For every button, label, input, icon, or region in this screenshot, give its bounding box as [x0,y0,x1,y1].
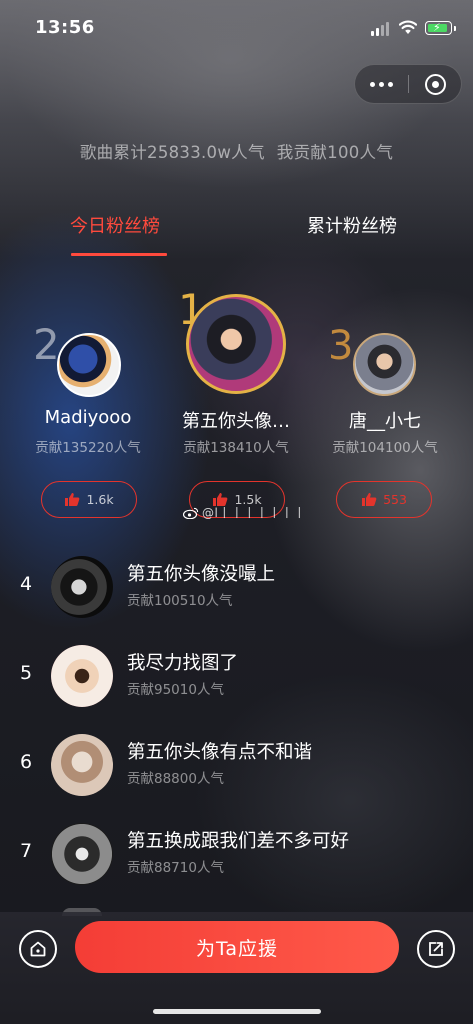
avatar-rank-7[interactable] [51,823,113,885]
avatar-rank-4[interactable] [51,556,113,618]
share-icon [429,942,443,956]
target-close-icon[interactable] [409,65,462,103]
like-count-rank-2: 1.6k [86,492,114,507]
list-item-rank-4[interactable]: 4 第五你头像没嘬上 贡献100510人气 [0,546,473,626]
list-contribution-5: 贡献95010人气 [127,682,224,698]
wifi-icon [399,20,417,34]
cellular-signal-icon [371,22,389,36]
list-name-6: 第五你头像有点不和谐 [127,742,313,763]
list-rank-5: 5 [19,662,33,684]
list-item-rank-5[interactable]: 5 我尽力找图了 贡献95010人气 [0,635,473,715]
list-rank-7: 7 [19,840,33,862]
list-contribution-7: 贡献88710人气 [127,860,224,876]
list-name-5: 我尽力找图了 [127,653,239,674]
list-rank-6: 6 [19,751,33,773]
home-icon [30,941,46,957]
podium-name-1: 第五你头像… [182,411,290,432]
tab-today-fans[interactable]: 今日粉丝榜 [70,212,160,238]
podium-rank-3: 3 [328,323,354,369]
list-item-rank-7[interactable]: 7 第五换成跟我们差不多可好 贡献88710人气 [0,813,473,893]
avatar-rank-6[interactable] [51,734,113,796]
like-button-rank-2[interactable]: 1.6k [41,481,137,518]
active-tab-indicator [71,253,167,256]
avatar-rank-1[interactable] [186,294,286,394]
share-button[interactable] [417,930,455,968]
podium-rank-2: 2 [33,320,60,369]
like-count-rank-3: 553 [383,492,407,507]
avatar-rank-2[interactable] [57,333,121,397]
miniprogram-capsule [354,64,462,104]
status-bar: 13:56 ⚡ [0,0,473,56]
podium-name-3: 唐__小七 [349,411,421,432]
popularity-summary: 歌曲累计25833.0w人气 我贡献100人气 [0,139,473,163]
home-button[interactable] [19,930,57,968]
podium-contribution-3: 贡献104100人气 [332,440,438,456]
thumbs-up-icon [362,493,377,506]
avatar-rank-3[interactable] [353,333,416,396]
support-button[interactable]: 为Ta应援 [75,921,399,973]
watermark-text: @l丨丨丨丨丨丨丨 [202,506,306,520]
list-rank-4: 4 [19,573,33,595]
my-contribution: 我贡献100人气 [276,143,394,162]
weibo-logo-icon [183,507,199,519]
avatar-rank-5[interactable] [51,645,113,707]
status-time: 13:56 [35,17,95,38]
home-indicator [153,1009,321,1014]
podium-contribution-1: 贡献138410人气 [183,440,289,456]
list-name-4: 第五你头像没嘬上 [127,564,276,585]
weibo-watermark: @l丨丨丨丨丨丨丨 [183,504,306,521]
song-total-popularity: 歌曲累计25833.0w人气 [79,143,265,162]
list-item-rank-6[interactable]: 6 第五你头像有点不和谐 贡献88800人气 [0,724,473,804]
tab-total-fans[interactable]: 累计粉丝榜 [307,212,397,238]
thumbs-up-icon [65,493,80,506]
list-name-7: 第五换成跟我们差不多可好 [127,831,350,852]
more-dots-icon[interactable] [355,65,408,103]
battery-icon: ⚡ [425,21,456,35]
podium-name-2: Madiyooo [44,407,132,428]
list-contribution-4: 贡献100510人气 [127,593,233,609]
list-contribution-6: 贡献88800人气 [127,771,224,787]
podium-contribution-2: 贡献135220人气 [35,440,141,456]
like-button-rank-3[interactable]: 553 [336,481,432,518]
